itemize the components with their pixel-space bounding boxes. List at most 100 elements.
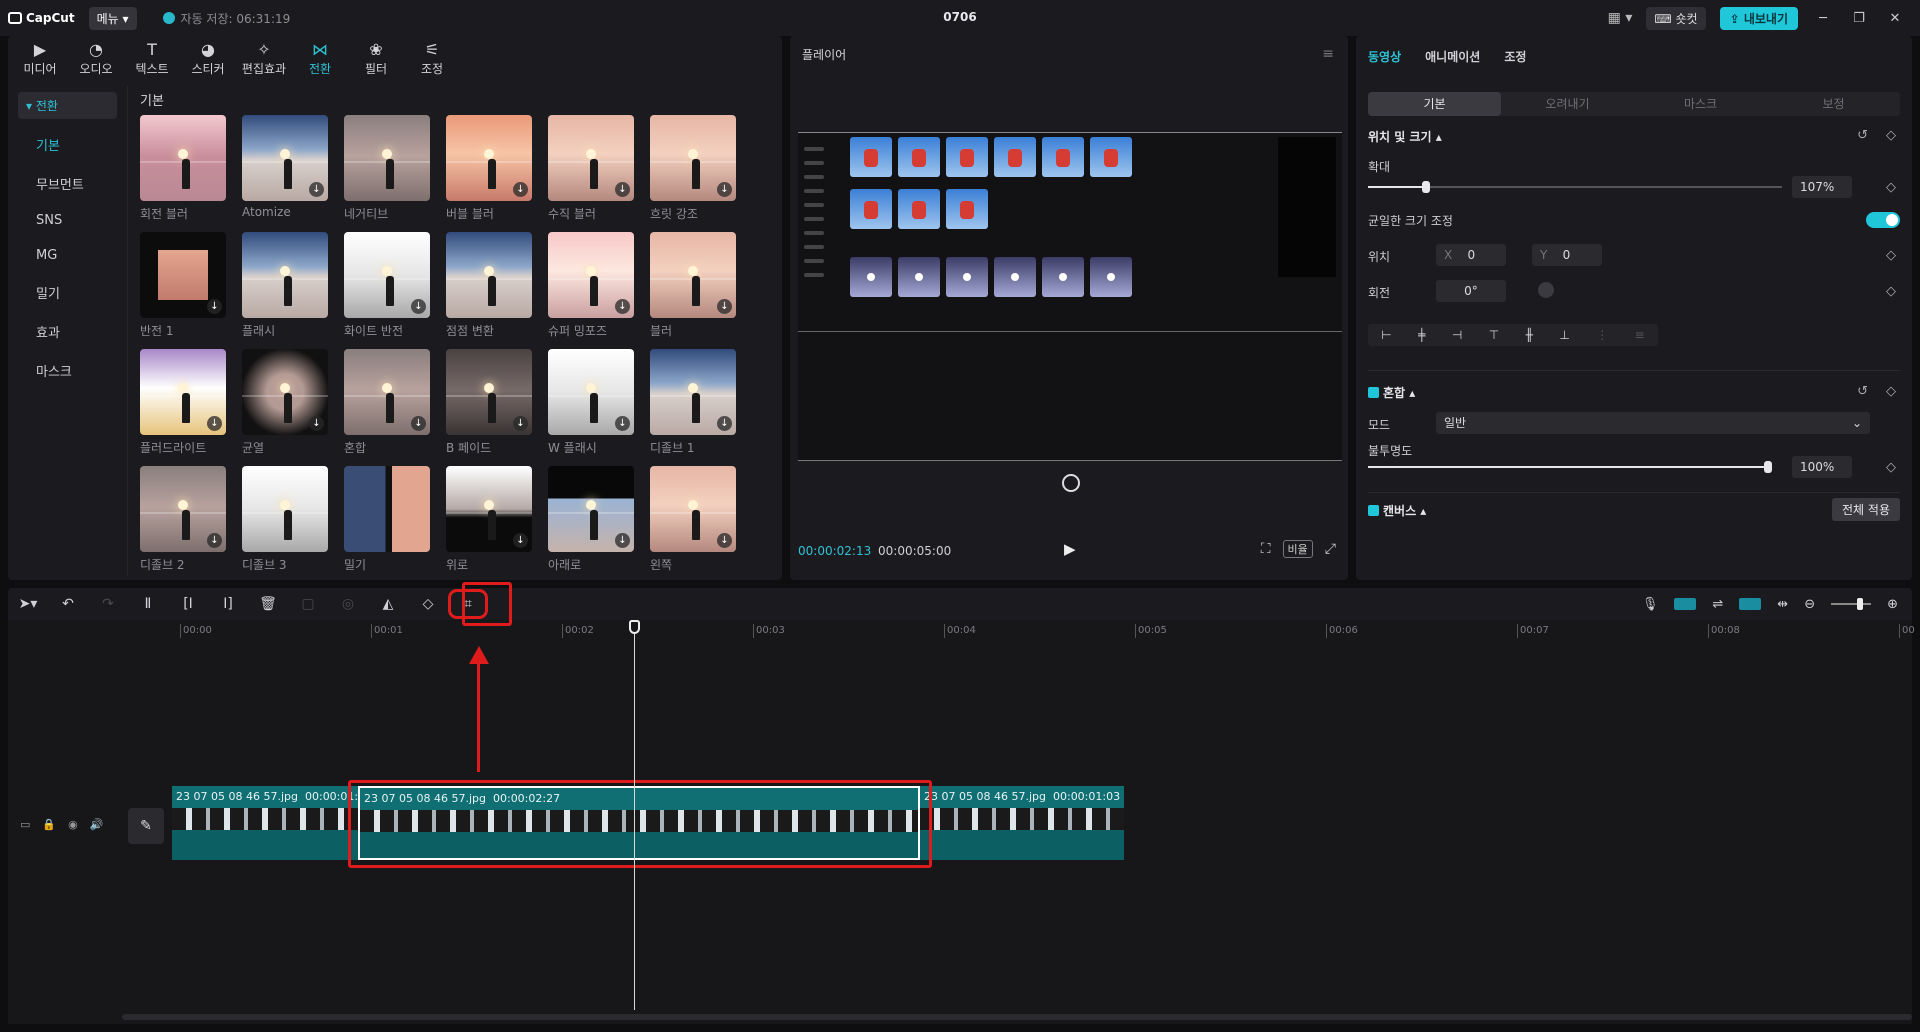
undo-icon[interactable]: ↶	[48, 596, 88, 612]
edit-cover-icon[interactable]: ✎	[128, 808, 164, 844]
eye-icon[interactable]: ◉	[68, 818, 78, 831]
transition-item[interactable]: 밀기	[344, 466, 430, 573]
menu-button[interactable]: 메뉴 ▾	[88, 6, 137, 30]
side-nav-header[interactable]: ▾ 전환	[18, 92, 117, 119]
menu-icon[interactable]: ≡	[1322, 46, 1334, 62]
blend-checkbox[interactable]	[1368, 387, 1379, 398]
keyframe-icon[interactable]: ◇	[1886, 180, 1896, 195]
transition-item[interactable]: ↓ 혼합	[344, 349, 430, 456]
rotation-dial-icon[interactable]	[1538, 282, 1554, 298]
playhead[interactable]	[634, 620, 635, 1010]
close-icon[interactable]: ✕	[1884, 11, 1906, 26]
shortcut-button[interactable]: ⌨ 숏컷	[1646, 6, 1706, 30]
tab-audio[interactable]: ◔ 오디오	[68, 36, 124, 82]
video-clip[interactable]: 23 07 05 08 46 57.jpg 00:00:01:03	[920, 786, 1124, 860]
property-tab[interactable]: 애니메이션	[1425, 48, 1480, 65]
blend-mode-select[interactable]: 일반 ⌄	[1436, 412, 1870, 434]
download-icon[interactable]: ↓	[717, 182, 732, 197]
side-nav-item[interactable]: MG	[8, 238, 127, 273]
download-icon[interactable]: ↓	[513, 533, 528, 548]
side-nav-item[interactable]: 무브먼트	[8, 164, 127, 203]
tab-sticker[interactable]: ◕ 스티커	[180, 36, 236, 82]
reset-icon[interactable]: ↺	[1857, 384, 1868, 399]
scale-slider[interactable]	[1368, 181, 1782, 193]
property-subtab[interactable]: 오려내기	[1501, 92, 1634, 116]
keyframe-icon[interactable]: ◇	[1886, 460, 1896, 475]
position-y-field[interactable]: Y 0	[1532, 244, 1602, 266]
download-icon[interactable]: ↓	[411, 299, 426, 314]
blend-heading[interactable]: 혼합 ▴	[1368, 386, 1415, 400]
transition-item[interactable]: ↓ 왼쪽	[650, 466, 736, 573]
minimize-icon[interactable]: ─	[1812, 11, 1834, 26]
align-bottom-icon[interactable]: ⊥	[1559, 328, 1569, 342]
download-icon[interactable]: ↓	[309, 416, 324, 431]
align-center-h-icon[interactable]: ╪	[1418, 328, 1425, 342]
speaker-icon[interactable]: 🔊	[90, 818, 104, 831]
rotate-icon[interactable]: ◇	[408, 596, 448, 612]
scale-value[interactable]: 107%	[1792, 176, 1852, 198]
download-icon[interactable]: ↓	[717, 533, 732, 548]
timeline-ruler[interactable]: 00:00 00:01 00:02 00:03 00:04 00:05 00:06 00:07…	[122, 620, 1915, 642]
transition-item[interactable]: ↓ 수직 블러	[548, 115, 634, 222]
download-icon[interactable]: ↓	[615, 533, 630, 548]
transition-item[interactable]: ↓ B 페이드	[446, 349, 532, 456]
transition-item[interactable]: ↓ 흐릿 강조	[650, 115, 736, 222]
lock-icon[interactable]: 🔒	[42, 818, 56, 831]
side-nav-item[interactable]: 효과	[8, 312, 127, 351]
download-icon[interactable]: ↓	[207, 416, 222, 431]
auto-snap-icon[interactable]: ⇌	[1712, 597, 1723, 612]
side-nav-item[interactable]: 기본	[8, 125, 127, 164]
side-nav-item[interactable]: 마스크	[8, 351, 127, 390]
fullscreen-icon[interactable]: ⤢	[1325, 541, 1336, 557]
canvas-checkbox[interactable]	[1368, 505, 1379, 516]
refresh-icon[interactable]	[1062, 474, 1080, 492]
side-nav-item[interactable]: SNS	[8, 203, 127, 238]
download-icon[interactable]: ↓	[717, 299, 732, 314]
scale-slider-knob[interactable]	[1422, 181, 1430, 193]
cover-toggle-icon[interactable]: ▭	[20, 818, 30, 831]
split-icon[interactable]: Ⅱ	[128, 596, 168, 612]
keyframe-icon[interactable]: ◇	[1886, 248, 1896, 263]
playhead-handle[interactable]	[629, 620, 640, 634]
video-preview[interactable]	[798, 132, 1342, 461]
download-icon[interactable]: ↓	[615, 416, 630, 431]
uniform-scale-toggle[interactable]	[1866, 212, 1900, 228]
property-tab[interactable]: 동영상	[1368, 48, 1401, 65]
main-track-magnet-icon[interactable]	[1674, 598, 1697, 610]
property-subtab[interactable]: 보정	[1767, 92, 1900, 116]
align-right-icon[interactable]: ⊣	[1452, 328, 1462, 342]
download-icon[interactable]: ↓	[513, 416, 528, 431]
delete-icon[interactable]: 🗑	[248, 596, 288, 612]
preview-axis-icon[interactable]: ⇹	[1777, 597, 1788, 612]
transition-item[interactable]: 회전 블러	[140, 115, 226, 222]
transition-item[interactable]: ↓ 위로	[446, 466, 532, 573]
tab-media[interactable]: ▶ 미디어	[12, 36, 68, 82]
transition-item[interactable]: ↓ 블러	[650, 232, 736, 339]
transition-item[interactable]: ↓ Atomize	[242, 115, 328, 222]
fit-screen-icon[interactable]: ⛶	[1261, 541, 1271, 557]
video-clip[interactable]: 23 07 05 08 46 57.jpg 00:00:01:0	[172, 786, 358, 860]
split-right-icon[interactable]: Ⅰ]	[208, 596, 248, 612]
download-icon[interactable]: ↓	[615, 182, 630, 197]
tab-effects[interactable]: ✧ 편집효과	[236, 36, 292, 82]
mirror-icon[interactable]: ◭	[368, 596, 408, 612]
keyframe-icon[interactable]: ◇	[1886, 284, 1896, 299]
opacity-slider-knob[interactable]	[1764, 461, 1772, 473]
align-left-icon[interactable]: ⊢	[1381, 328, 1391, 342]
align-middle-icon[interactable]: ╫	[1526, 328, 1533, 342]
transition-item[interactable]: ↓ 디졸브 1	[650, 349, 736, 456]
export-button[interactable]: ⇪ 내보내기	[1719, 6, 1798, 30]
position-x-field[interactable]: X 0	[1436, 244, 1506, 266]
tab-adjust[interactable]: ⚟ 조정	[404, 36, 460, 82]
transition-item[interactable]: 디졸브 3	[242, 466, 328, 573]
ratio-button[interactable]: 비율	[1282, 540, 1313, 558]
position-size-heading[interactable]: 위치 및 크기 ▴	[1368, 130, 1442, 144]
canvas-heading[interactable]: 캔버스 ▴	[1368, 504, 1426, 518]
transition-item[interactable]: ↓ 디졸브 2	[140, 466, 226, 573]
layout-icon[interactable]: ▦ ▾	[1608, 10, 1633, 26]
zoom-slider[interactable]	[1831, 598, 1872, 610]
rotation-field[interactable]: 0°	[1436, 280, 1506, 302]
reset-icon[interactable]: ↺	[1857, 128, 1868, 143]
tab-filter[interactable]: ❀ 필터	[348, 36, 404, 82]
property-subtab[interactable]: 마스크	[1634, 92, 1767, 116]
